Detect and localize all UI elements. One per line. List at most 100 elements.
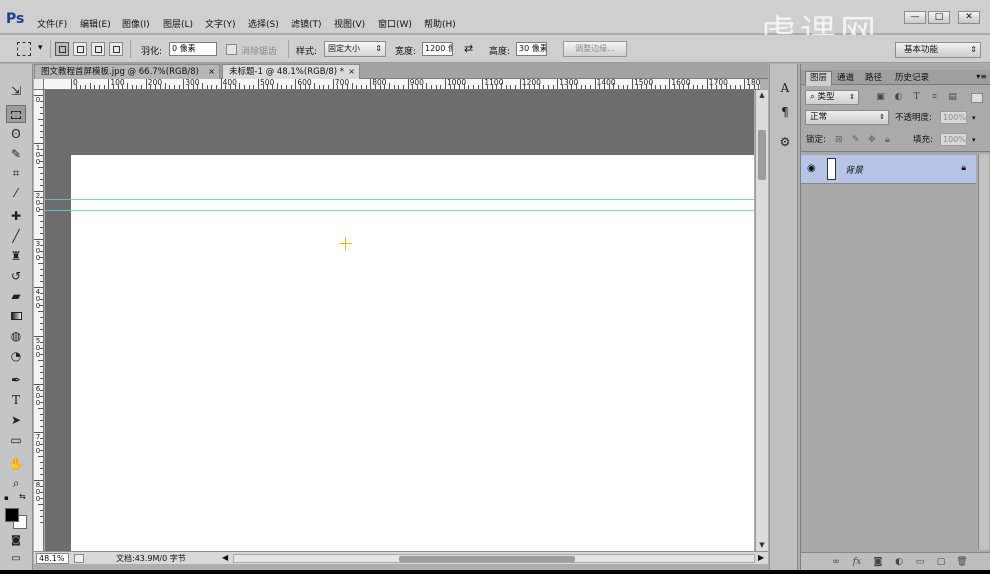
swap-dimensions-icon[interactable]: ⇄ xyxy=(464,42,473,55)
menu-filter[interactable]: 滤镜(T) xyxy=(291,17,322,30)
tool-presets-icon[interactable]: ⚙ xyxy=(777,134,793,150)
status-export-icon[interactable] xyxy=(74,554,84,563)
zoom-tool-icon[interactable]: ⌕ xyxy=(6,474,26,492)
eyedropper-tool-icon[interactable]: ⁄ xyxy=(6,184,26,202)
scroll-right-icon[interactable]: ▶ xyxy=(758,553,764,562)
rect-marquee-tool-icon[interactable] xyxy=(6,105,26,123)
lock-position-icon[interactable]: ✥ xyxy=(868,135,876,145)
workspace-switcher[interactable]: 基本功能 ⇕ xyxy=(895,42,981,58)
guide-line[interactable] xyxy=(45,199,754,200)
menu-help[interactable]: 帮助(H) xyxy=(424,17,456,30)
rectangle-tool-icon[interactable]: ▭ xyxy=(6,431,26,449)
lock-pixels-icon[interactable]: ✎ xyxy=(852,135,860,145)
close-icon[interactable]: × xyxy=(208,65,215,79)
swap-colors-icon[interactable]: ⇆ xyxy=(19,492,26,501)
width-input[interactable]: 1200 像 xyxy=(422,42,453,56)
menu-edit[interactable]: 编辑(E) xyxy=(80,17,111,30)
layer-filter-select[interactable]: ⌕ 类型 ⇕ xyxy=(805,90,859,105)
tab-paths[interactable]: 路径 xyxy=(865,72,882,84)
paragraph-panel-icon[interactable]: ¶ xyxy=(777,104,793,120)
filter-smart-object-icon[interactable]: ▤ xyxy=(947,92,958,103)
filter-pixel-icon[interactable]: ▣ xyxy=(875,92,886,103)
lock-all-icon[interactable]: 🔒︎ xyxy=(885,135,890,145)
scrollbar-thumb[interactable] xyxy=(399,556,575,562)
maximize-button[interactable]: □ xyxy=(928,11,950,24)
eraser-tool-icon[interactable]: ▰ xyxy=(6,287,26,305)
tab-template-jpg[interactable]: 图文教程首屏模板.jpg @ 66.7%(RGB/8) × xyxy=(34,64,220,79)
layer-row-background[interactable]: ◉ 背景 🔒︎ xyxy=(801,155,976,184)
clone-stamp-tool-icon[interactable]: ♜ xyxy=(6,247,26,265)
new-group-icon[interactable]: ▭ xyxy=(914,556,926,568)
horizontal-scrollbar[interactable] xyxy=(233,554,755,563)
opacity-input[interactable]: 100% xyxy=(940,111,967,124)
marquee-preset-icon[interactable] xyxy=(17,42,31,56)
brush-tool-icon[interactable]: ╱ xyxy=(6,227,26,245)
blur-tool-icon[interactable]: ◍ xyxy=(6,327,26,345)
scroll-left-icon[interactable]: ◀ xyxy=(222,553,228,562)
tab-untitled-1[interactable]: 未标题-1 @ 48.1%(RGB/8) * × xyxy=(222,64,360,79)
lasso-tool-icon[interactable]: ʘ xyxy=(6,125,26,143)
minimize-button[interactable]: — xyxy=(904,11,926,24)
intersect-selection-icon[interactable] xyxy=(109,42,123,56)
zoom-level-field[interactable]: 48.1% xyxy=(36,553,69,564)
link-layers-icon[interactable]: ∞ xyxy=(830,556,842,568)
menu-select[interactable]: 选择(S) xyxy=(248,17,279,30)
delete-layer-icon[interactable]: 🗑︎ xyxy=(956,556,968,568)
dodge-tool-icon[interactable]: ◔ xyxy=(6,347,26,365)
screen-mode-icon[interactable]: ▭ xyxy=(6,550,26,568)
quick-mask-icon[interactable]: ◙ xyxy=(6,532,26,550)
tab-history[interactable]: 历史记录 xyxy=(895,72,929,84)
scrollbar-thumb[interactable] xyxy=(758,130,766,180)
feather-input[interactable]: 0 像素 xyxy=(169,42,217,56)
close-button[interactable]: ✕ xyxy=(958,11,980,24)
foreground-color-swatch[interactable] xyxy=(5,508,19,522)
tab-layers[interactable]: 图层 xyxy=(805,71,833,86)
menu-type[interactable]: 文字(Y) xyxy=(205,17,236,30)
adjustment-layer-icon[interactable]: ◐ xyxy=(893,556,905,568)
guide-line[interactable] xyxy=(45,210,754,211)
antialias-checkbox[interactable] xyxy=(226,44,237,55)
add-mask-icon[interactable]: ◙ xyxy=(872,556,884,568)
healing-brush-tool-icon[interactable]: ✚ xyxy=(6,207,26,225)
default-colors-icon[interactable]: ▪ xyxy=(4,494,9,502)
close-icon[interactable]: × xyxy=(348,65,355,79)
filter-toggle[interactable] xyxy=(971,93,983,103)
subtract-selection-icon[interactable] xyxy=(91,42,105,56)
menu-image[interactable]: 图像(I) xyxy=(122,17,150,30)
tab-channels[interactable]: 通道 xyxy=(837,72,854,84)
lock-transparency-icon[interactable]: ⊠ xyxy=(835,135,843,145)
history-brush-tool-icon[interactable]: ↺ xyxy=(6,267,26,285)
menu-window[interactable]: 窗口(W) xyxy=(378,17,412,30)
opacity-slider-icon[interactable]: ▾ xyxy=(972,112,976,124)
character-panel-icon[interactable]: A xyxy=(777,80,793,96)
document-canvas[interactable] xyxy=(45,155,754,551)
menu-view[interactable]: 视图(V) xyxy=(334,17,365,30)
eye-icon[interactable]: ◉ xyxy=(807,163,816,174)
layer-style-icon[interactable]: fx xyxy=(851,556,863,568)
new-layer-icon[interactable]: ▢ xyxy=(935,556,947,568)
canvas-pasteboard[interactable] xyxy=(45,90,754,551)
scroll-down-icon[interactable]: ▼ xyxy=(756,540,768,551)
quick-select-tool-icon[interactable]: ✎ xyxy=(6,145,26,163)
pen-tool-icon[interactable]: ✒ xyxy=(6,371,26,389)
move-tool-icon[interactable]: ⇲ xyxy=(6,82,26,100)
scroll-up-icon[interactable]: ▲ xyxy=(756,90,768,101)
horizontal-ruler[interactable]: 0 100 200 300 400 500 600 700 800 900 1000 1100 1200… xyxy=(44,79,760,90)
filter-shape-icon[interactable]: ⌗ xyxy=(929,92,940,103)
menu-layer[interactable]: 图层(L) xyxy=(163,17,193,30)
vertical-ruler[interactable]: 0 100 200 300 400 500 600 700 800 xyxy=(34,90,44,551)
refine-edge-button[interactable]: 调整边缘... xyxy=(563,41,627,57)
preset-caret-icon[interactable]: ▾ xyxy=(38,43,43,53)
menu-file[interactable]: 文件(F) xyxy=(37,17,67,30)
gradient-tool-icon[interactable] xyxy=(6,307,26,325)
style-select[interactable]: 固定大小 ⇕ xyxy=(324,41,386,57)
new-selection-icon[interactable] xyxy=(55,42,69,56)
filter-type-icon[interactable]: T xyxy=(911,92,922,103)
height-input[interactable]: 30 像素 xyxy=(516,42,547,56)
layer-name[interactable]: 背景 xyxy=(845,163,863,176)
add-to-selection-icon[interactable] xyxy=(73,42,87,56)
crop-tool-icon[interactable]: ⌗ xyxy=(6,164,26,182)
type-tool-icon[interactable]: T xyxy=(6,391,26,409)
fill-input[interactable]: 100% xyxy=(940,133,967,146)
panel-menu-icon[interactable]: ▾≡ xyxy=(976,72,987,81)
